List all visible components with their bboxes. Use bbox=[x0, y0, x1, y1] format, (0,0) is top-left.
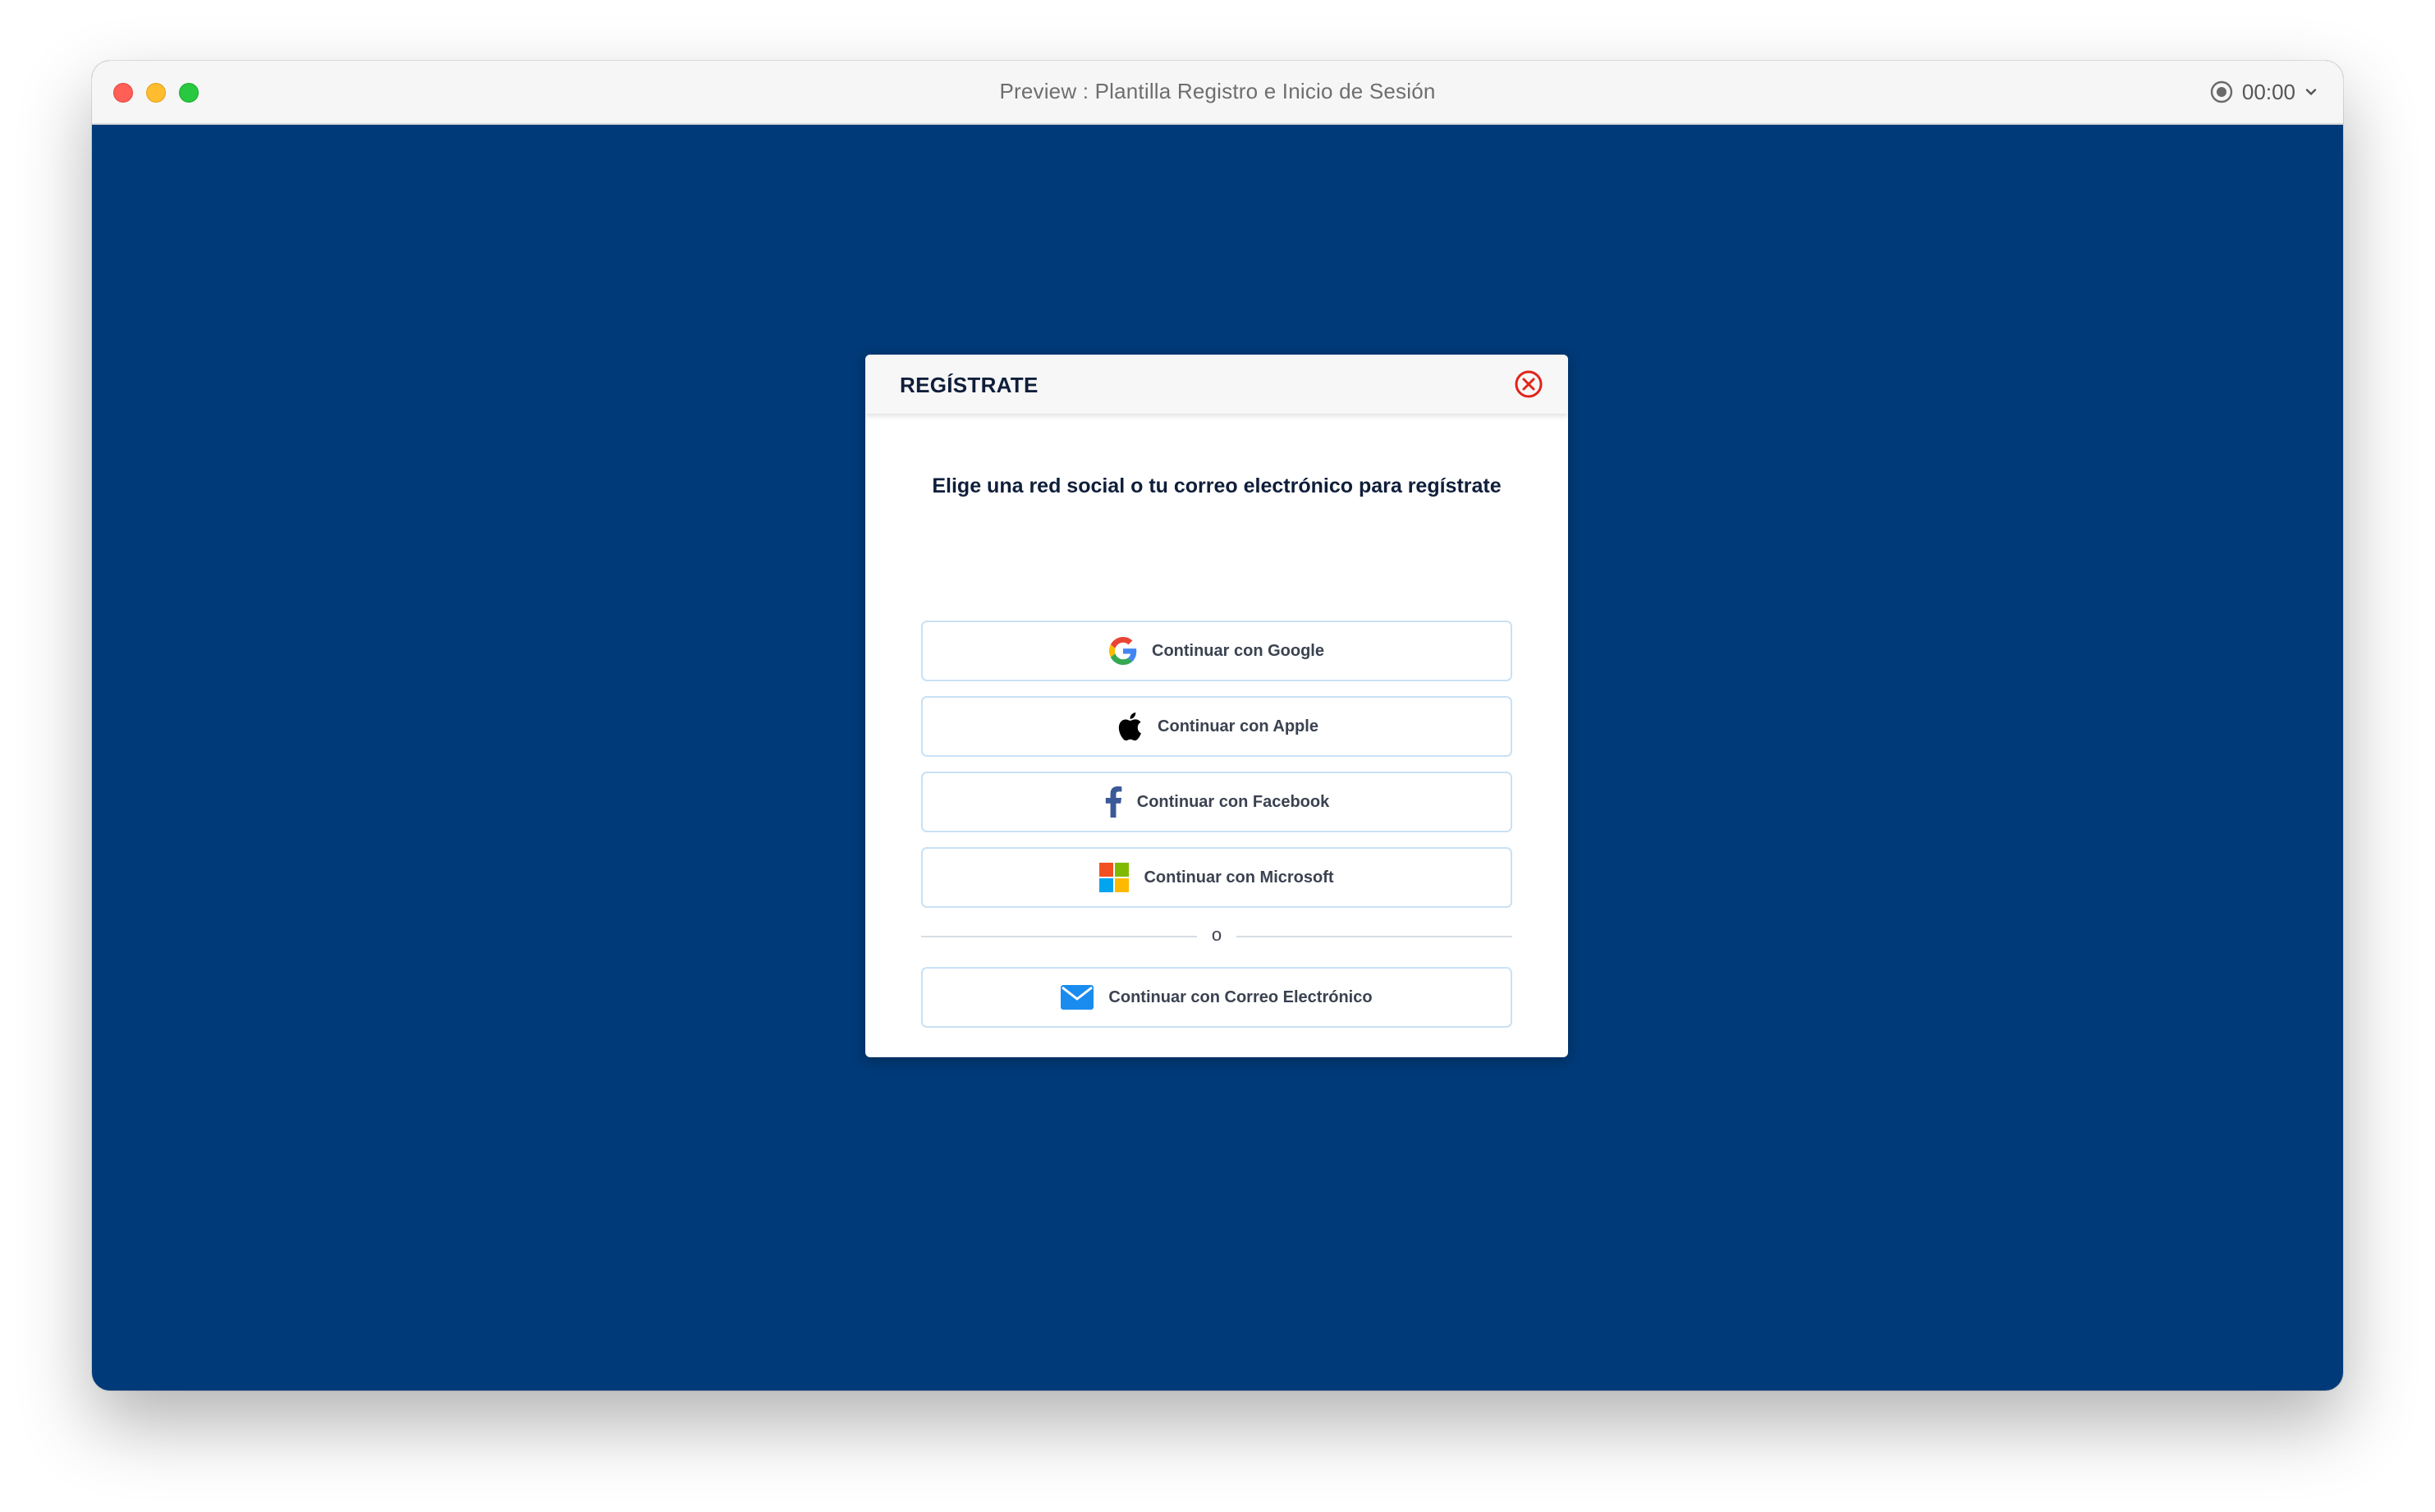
modal-subtitle: Elige una red social o tu correo electró… bbox=[932, 474, 1502, 497]
continue-microsoft-label: Continuar con Microsoft bbox=[1144, 868, 1334, 887]
continue-google-label: Continuar con Google bbox=[1152, 641, 1324, 660]
google-icon bbox=[1109, 637, 1137, 665]
window-title: Preview : Plantilla Registro e Inicio de… bbox=[999, 79, 1436, 103]
divider-line-left bbox=[921, 936, 1197, 937]
chevron-down-icon[interactable] bbox=[2304, 85, 2318, 99]
continue-apple-label: Continuar con Apple bbox=[1158, 717, 1318, 735]
close-circle-icon[interactable] bbox=[1514, 369, 1543, 399]
continue-google-button[interactable]: Continuar con Google bbox=[921, 621, 1512, 681]
divider-text: o bbox=[1211, 924, 1222, 945]
record-icon bbox=[2209, 80, 2234, 104]
modal-header: REGÍSTRATE bbox=[865, 355, 1568, 414]
continue-facebook-button[interactable]: Continuar con Facebook bbox=[921, 772, 1512, 832]
timer-value: 00:00 bbox=[2241, 79, 2295, 104]
continue-facebook-label: Continuar con Facebook bbox=[1136, 792, 1330, 811]
continue-apple-button[interactable]: Continuar con Apple bbox=[921, 696, 1512, 757]
signup-modal: REGÍSTRATE Elige una red social o tu cor… bbox=[865, 355, 1568, 1057]
microsoft-icon bbox=[1099, 863, 1130, 892]
recording-timer[interactable]: 00:00 bbox=[2209, 77, 2318, 107]
facebook-icon bbox=[1104, 786, 1122, 818]
continue-email-button[interactable]: Continuar con Correo Electrónico bbox=[921, 967, 1512, 1028]
divider-line-right bbox=[1236, 936, 1512, 937]
envelope-icon bbox=[1061, 985, 1094, 1010]
app-window: Preview : Plantilla Registro e Inicio de… bbox=[92, 61, 2343, 1391]
apple-icon bbox=[1115, 710, 1143, 743]
or-divider: o bbox=[921, 924, 1512, 949]
modal-title: REGÍSTRATE bbox=[900, 373, 1039, 397]
continue-microsoft-button[interactable]: Continuar con Microsoft bbox=[921, 847, 1512, 908]
window-titlebar: Preview : Plantilla Registro e Inicio de… bbox=[92, 61, 2343, 125]
continue-email-label: Continuar con Correo Electrónico bbox=[1108, 987, 1373, 1006]
